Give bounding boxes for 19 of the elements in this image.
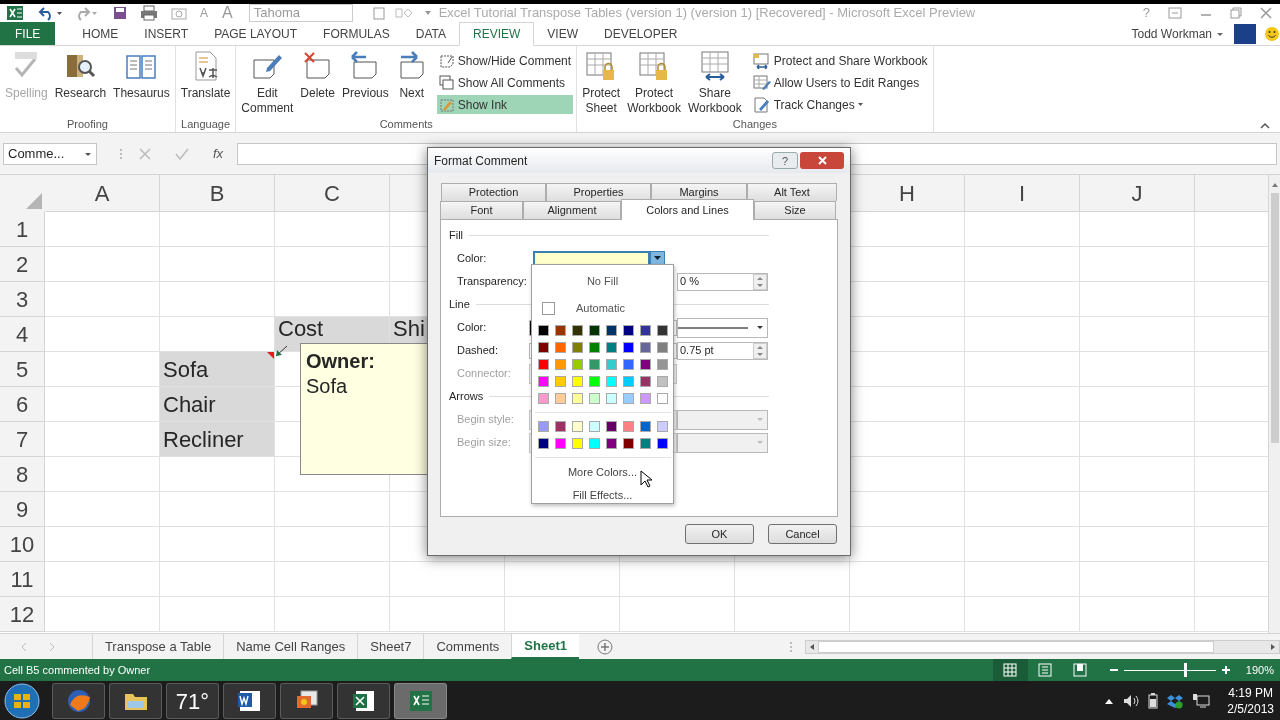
comment-author: Owner: <box>306 349 376 374</box>
comment-text: Sofa <box>306 374 349 398</box>
group-label: Comments <box>378 117 434 132</box>
field-label: Begin style: <box>456 412 515 428</box>
dialog-title: Format Comment <box>434 152 528 170</box>
field-label: Color: <box>456 251 488 267</box>
section-heading: Line <box>449 297 470 313</box>
field-label: Transparency: <box>456 274 528 290</box>
status-message: Cell B5 commented by Owner <box>4 662 151 678</box>
field-label: Color: <box>456 320 488 336</box>
group-label: Language <box>180 117 232 132</box>
window-title: Excel Tutorial Transpose Tables (version 1) (version 1) [Recovered] - Microsoft Excel Preview <box>438 4 976 23</box>
field-label: Connector: <box>456 366 512 382</box>
section-heading: Fill <box>449 228 464 244</box>
field-label: Begin size: <box>456 435 512 451</box>
section-heading: Arrows <box>449 389 484 405</box>
field-label: Dashed: <box>456 343 499 359</box>
group-label: Changes <box>731 117 778 132</box>
group-label: Proofing <box>65 117 109 132</box>
